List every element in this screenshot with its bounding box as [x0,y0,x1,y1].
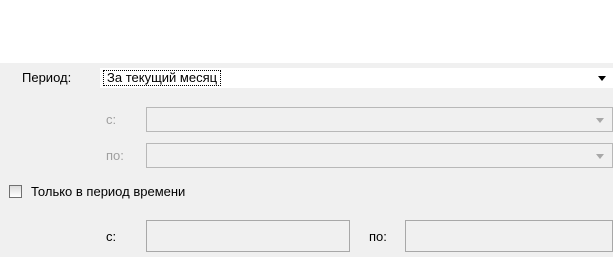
chevron-down-icon[interactable] [596,118,604,123]
date-to-label: по: [106,148,124,163]
time-from-field[interactable] [146,220,350,252]
chevron-down-icon[interactable] [598,76,606,81]
chevron-down-icon[interactable] [596,154,604,159]
time-to-field[interactable] [405,220,613,252]
period-select[interactable]: За текущий месяц [100,68,613,88]
time-period-checkbox[interactable] [9,185,22,198]
date-to-select[interactable] [146,143,613,168]
time-from-label: с: [106,229,117,244]
period-selected-value: За текущий месяц [103,70,222,86]
date-from-select[interactable] [146,107,613,132]
date-from-label: с: [106,112,117,127]
time-to-label: по: [369,229,387,244]
time-period-checkbox-label[interactable]: Только в период времени [31,184,185,200]
period-label: Период: [22,70,72,85]
